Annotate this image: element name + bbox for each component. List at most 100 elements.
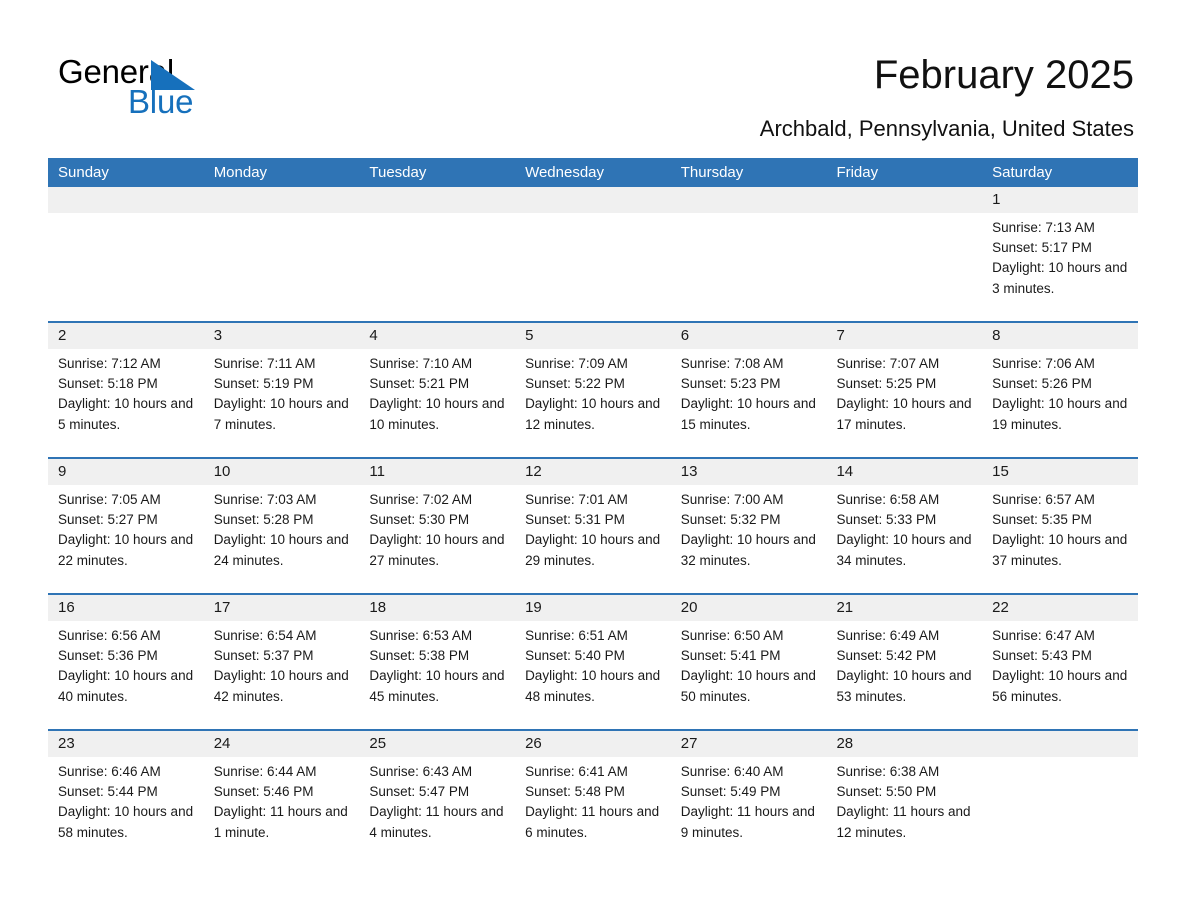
sunrise-text: Sunrise: 7:02 AM [369, 492, 473, 507]
daylight-text: Daylight: 10 hours and 3 minutes. [992, 260, 1128, 296]
day-number: 20 [670, 595, 827, 621]
sunrise-text: Sunrise: 6:43 AM [369, 764, 473, 779]
daylight-text: Daylight: 10 hours and 56 minutes. [992, 668, 1128, 704]
day-details: Sunrise: 6:41 AM Sunset: 5:48 PM Daylight:… [515, 757, 671, 843]
day-cell-5[interactable]: 5 Sunrise: 7:09 AM Sunset: 5:22 PM Daylight… [515, 323, 671, 457]
sunset-text: Sunset: 5:50 PM [836, 784, 937, 800]
week-cells: 1 Sunrise: 7:13 AM Sunset: 5:17 PM Daylight… [48, 187, 1138, 321]
sunset-text: Sunset: 5:36 PM [58, 648, 158, 664]
day-cell-2[interactable]: 2 Sunrise: 7:12 AM Sunset: 5:18 PM Daylight… [48, 323, 204, 457]
day-number: 13 [670, 459, 827, 485]
day-details: Sunrise: 6:54 AM Sunset: 5:37 PM Daylight:… [204, 621, 360, 707]
day-number: 19 [515, 595, 671, 621]
day-details: Sunrise: 7:10 AM Sunset: 5:21 PM Daylight:… [359, 349, 515, 435]
day-cell-21[interactable]: 21 Sunrise: 6:49 AM Sunset: 5:42 PM Dayligh… [826, 595, 983, 729]
sunrise-text: Sunrise: 6:58 AM [836, 492, 940, 507]
general-blue-logo[interactable]: General Blue [58, 55, 288, 130]
day-cell-22[interactable]: 22 Sunrise: 6:47 AM Sunset: 5:43 PM Dayligh… [982, 595, 1138, 729]
sunrise-text: Sunrise: 6:40 AM [680, 764, 784, 779]
sunset-text: Sunset: 5:48 PM [525, 784, 625, 800]
day-details: Sunrise: 6:58 AM Sunset: 5:33 PM Daylight:… [826, 485, 982, 571]
sunset-text: Sunset: 5:26 PM [992, 376, 1092, 392]
day-cell-24[interactable]: 24 Sunrise: 6:44 AM Sunset: 5:46 PM Dayligh… [203, 731, 360, 851]
day-number: 26 [515, 731, 671, 757]
sunset-text: Sunset: 5:21 PM [369, 376, 470, 392]
sunset-text: Sunset: 5:43 PM [992, 648, 1092, 664]
calendar-week-row: 9 Sunrise: 7:05 AM Sunset: 5:27 PM Daylight… [48, 457, 1138, 593]
day-details: Sunrise: 6:38 AM Sunset: 5:50 PM Daylight:… [826, 757, 982, 843]
day-cell-20[interactable]: 20 Sunrise: 6:50 AM Sunset: 5:41 PM Dayligh… [670, 595, 827, 729]
sunset-text: Sunset: 5:30 PM [369, 512, 470, 528]
day-details: Sunrise: 6:57 AM Sunset: 5:35 PM Daylight:… [982, 485, 1138, 571]
page-header: General Blue February 2025 Archbald, Pen… [0, 0, 1188, 158]
day-cell-empty [359, 187, 516, 321]
day-cell-28[interactable]: 28 Sunrise: 6:38 AM Sunset: 5:50 PM Dayligh… [826, 731, 983, 851]
day-cell-17[interactable]: 17 Sunrise: 6:54 AM Sunset: 5:37 PM Dayligh… [203, 595, 360, 729]
sunrise-text: Sunrise: 7:08 AM [680, 356, 784, 371]
day-details: Sunrise: 6:44 AM Sunset: 5:46 PM Daylight:… [204, 757, 360, 843]
day-cell-14[interactable]: 14 Sunrise: 6:58 AM Sunset: 5:33 PM Dayligh… [826, 459, 983, 593]
sunset-text: Sunset: 5:33 PM [836, 512, 937, 528]
day-cell-1[interactable]: 1 Sunrise: 7:13 AM Sunset: 5:17 PM Daylight… [982, 187, 1138, 321]
day-cell-7[interactable]: 7 Sunrise: 7:07 AM Sunset: 5:25 PM Daylight… [826, 323, 983, 457]
daylight-text: Daylight: 10 hours and 48 minutes. [525, 668, 661, 704]
daylight-text: Daylight: 10 hours and 10 minutes. [369, 396, 505, 432]
day-cell-11[interactable]: 11 Sunrise: 7:02 AM Sunset: 5:30 PM Dayligh… [359, 459, 516, 593]
sunrise-text: Sunrise: 6:44 AM [213, 764, 317, 779]
logo-text-blue: Blue [128, 83, 194, 120]
day-number [826, 187, 983, 213]
day-cell-13[interactable]: 13 Sunrise: 7:00 AM Sunset: 5:32 PM Dayligh… [670, 459, 827, 593]
daylight-text: Daylight: 10 hours and 5 minutes. [58, 396, 194, 432]
day-cell-16[interactable]: 16 Sunrise: 6:56 AM Sunset: 5:36 PM Dayligh… [48, 595, 204, 729]
day-details: Sunrise: 7:00 AM Sunset: 5:32 PM Daylight:… [671, 485, 827, 571]
weekday-header-tuesday: Tuesday [369, 164, 427, 181]
day-details: Sunrise: 6:53 AM Sunset: 5:38 PM Daylight:… [359, 621, 515, 707]
day-cell-4[interactable]: 4 Sunrise: 7:10 AM Sunset: 5:21 PM Daylight… [359, 323, 516, 457]
day-number: 16 [48, 595, 204, 621]
day-cell-9[interactable]: 9 Sunrise: 7:05 AM Sunset: 5:27 PM Daylight… [48, 459, 204, 593]
sunset-text: Sunset: 5:37 PM [213, 648, 314, 664]
sunset-text: Sunset: 5:40 PM [525, 648, 625, 664]
day-number: 4 [359, 323, 516, 349]
daylight-text: Daylight: 11 hours and 12 minutes. [836, 804, 971, 840]
day-cell-12[interactable]: 12 Sunrise: 7:01 AM Sunset: 5:31 PM Dayligh… [515, 459, 671, 593]
sunset-text: Sunset: 5:19 PM [213, 376, 314, 392]
day-cell-25[interactable]: 25 Sunrise: 6:43 AM Sunset: 5:47 PM Dayligh… [359, 731, 516, 851]
day-cell-23[interactable]: 23 Sunrise: 6:46 AM Sunset: 5:44 PM Dayligh… [48, 731, 204, 851]
weekday-header-saturday: Saturday [992, 164, 1053, 181]
sunrise-text: Sunrise: 7:03 AM [213, 492, 317, 507]
day-number: 11 [359, 459, 516, 485]
day-cell-10[interactable]: 10 Sunrise: 7:03 AM Sunset: 5:28 PM Dayligh… [203, 459, 360, 593]
day-details: Sunrise: 7:05 AM Sunset: 5:27 PM Daylight:… [48, 485, 204, 571]
weekday-header-row: Sunday Monday Tuesday Wednesday Thursday Frid… [48, 158, 1138, 187]
sunrise-text: Sunrise: 6:50 AM [680, 628, 784, 643]
day-number: 22 [982, 595, 1138, 621]
day-cell-15[interactable]: 15 Sunrise: 6:57 AM Sunset: 5:35 PM Dayligh… [982, 459, 1138, 593]
day-number: 12 [515, 459, 671, 485]
day-details: Sunrise: 7:08 AM Sunset: 5:23 PM Daylight:… [671, 349, 827, 435]
day-cell-empty [982, 731, 1138, 851]
day-cell-27[interactable]: 27 Sunrise: 6:40 AM Sunset: 5:49 PM Dayligh… [670, 731, 827, 851]
weekday-header-thursday: Thursday [680, 164, 744, 181]
day-cell-19[interactable]: 19 Sunrise: 6:51 AM Sunset: 5:40 PM Dayligh… [515, 595, 671, 729]
day-cell-8[interactable]: 8 Sunrise: 7:06 AM Sunset: 5:26 PM Daylight… [982, 323, 1138, 457]
daylight-text: Daylight: 10 hours and 12 minutes. [525, 396, 661, 432]
day-number: 14 [826, 459, 983, 485]
day-cell-empty [48, 187, 204, 321]
day-cell-empty [670, 187, 827, 321]
daylight-text: Daylight: 10 hours and 50 minutes. [680, 668, 816, 704]
sunset-text: Sunset: 5:44 PM [58, 784, 158, 800]
page-title: February 2025 [873, 53, 1134, 97]
day-cell-3[interactable]: 3 Sunrise: 7:11 AM Sunset: 5:19 PM Daylight… [203, 323, 360, 457]
day-cell-26[interactable]: 26 Sunrise: 6:41 AM Sunset: 5:48 PM Dayligh… [515, 731, 671, 851]
sunrise-text: Sunrise: 6:49 AM [836, 628, 940, 643]
sunset-text: Sunset: 5:38 PM [369, 648, 470, 664]
calendar-week-row: 23 Sunrise: 6:46 AM Sunset: 5:44 PM Dayligh… [48, 729, 1138, 851]
day-cell-6[interactable]: 6 Sunrise: 7:08 AM Sunset: 5:23 PM Daylight… [670, 323, 827, 457]
day-details: Sunrise: 7:02 AM Sunset: 5:30 PM Daylight:… [359, 485, 515, 571]
daylight-text: Daylight: 10 hours and 7 minutes. [213, 396, 349, 432]
sunrise-text: Sunrise: 6:54 AM [213, 628, 317, 643]
day-cell-18[interactable]: 18 Sunrise: 6:53 AM Sunset: 5:38 PM Dayligh… [359, 595, 516, 729]
day-details: Sunrise: 6:43 AM Sunset: 5:47 PM Daylight:… [359, 757, 515, 843]
sunset-text: Sunset: 5:28 PM [213, 512, 314, 528]
